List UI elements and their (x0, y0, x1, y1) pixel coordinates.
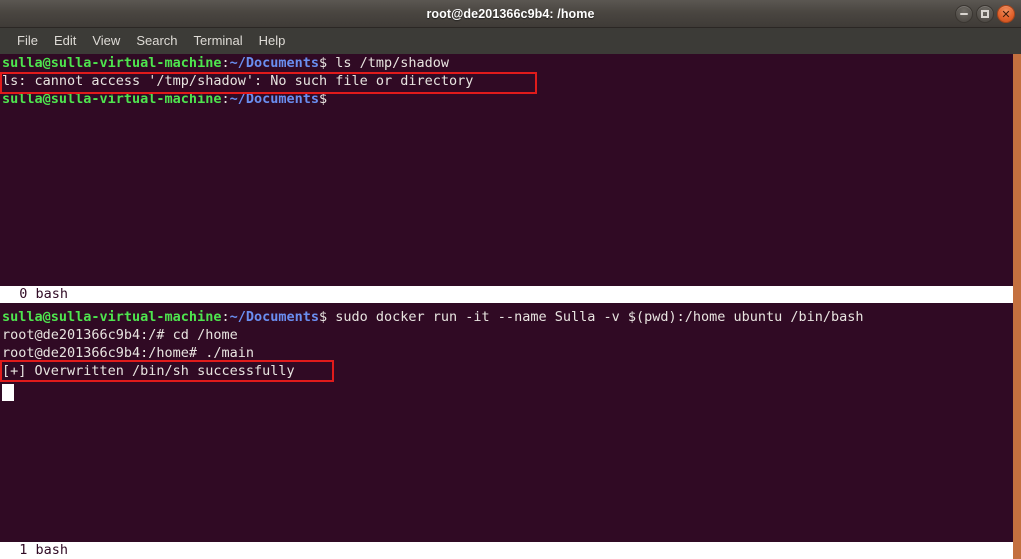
terminal-text-segment: $ (319, 91, 328, 107)
maximize-icon (977, 6, 993, 22)
minimize-button[interactable] (955, 5, 973, 23)
terminal-text-segment: $ ls /tmp/shadow (319, 55, 450, 71)
terminal-line: sulla@sulla-virtual-machine:~/Documents$ (0, 90, 1013, 108)
window-controls: ✕ (955, 5, 1015, 23)
terminal-text-segment: sulla@sulla-virtual-machine (2, 55, 222, 71)
terminal-text-segment: : (221, 55, 230, 71)
terminal-text-segment: ~/Documents (229, 55, 319, 71)
terminal-line: sulla@sulla-virtual-machine:~/Documents$… (0, 54, 1013, 72)
maximize-button[interactable] (976, 5, 994, 23)
terminal-text-segment: [+] Overwritten /bin/sh successfully (2, 363, 295, 379)
menu-item-search[interactable]: Search (128, 31, 185, 51)
terminal-text-segment: ls: cannot access '/tmp/shadow': No such… (2, 73, 474, 89)
terminal-text-segment: root@de201366c9b4:/home# ./main (2, 345, 254, 361)
terminal-line: sulla@sulla-virtual-machine:~/Documents$… (0, 308, 1013, 326)
window-right-border (1013, 54, 1021, 559)
terminal-line: [+] Overwritten /bin/sh successfully (0, 362, 1013, 380)
close-icon: ✕ (1001, 7, 1011, 21)
terminal-line: ls: cannot access '/tmp/shadow': No such… (0, 72, 1013, 90)
menu-item-edit[interactable]: Edit (46, 31, 84, 51)
close-button[interactable]: ✕ (997, 5, 1015, 23)
menu-item-terminal[interactable]: Terminal (186, 31, 251, 51)
terminal-text-segment: sulla@sulla-virtual-machine (2, 91, 222, 107)
pane-status-bar-bottom: 1 bash (0, 542, 1013, 559)
menu-item-view[interactable]: View (84, 31, 128, 51)
terminal-text-segment: : (221, 91, 230, 107)
menu-item-file[interactable]: File (9, 31, 46, 51)
menu-item-help[interactable]: Help (251, 31, 294, 51)
terminal-pane-bottom[interactable]: sulla@sulla-virtual-machine:~/Documents$… (0, 308, 1013, 542)
terminal-text-segment: ~/Documents (229, 309, 319, 325)
terminal-text-segment: : (221, 309, 230, 325)
terminal-text-segment: ~/Documents (229, 91, 319, 107)
pane-status-bar-top: 0 bash (0, 286, 1013, 303)
window-title: root@de201366c9b4: /home (426, 7, 595, 21)
title-bar[interactable]: root@de201366c9b4: /home ✕ (0, 0, 1021, 28)
menu-bar: File Edit View Search Terminal Help (0, 28, 1021, 54)
terminal-pane-top[interactable]: sulla@sulla-virtual-machine:~/Documents$… (0, 54, 1013, 286)
terminal-text-segment: $ sudo docker run -it --name Sulla -v $(… (319, 309, 864, 325)
terminal-line: root@de201366c9b4:/# cd /home (0, 326, 1013, 344)
terminal-window: root@de201366c9b4: /home ✕ File Edit Vie… (0, 0, 1021, 559)
text-cursor (2, 384, 14, 401)
minimize-icon (956, 6, 972, 22)
terminal-text-segment: sulla@sulla-virtual-machine (2, 309, 222, 325)
terminal-line: root@de201366c9b4:/home# ./main (0, 344, 1013, 362)
terminal-body[interactable]: sulla@sulla-virtual-machine:~/Documents$… (0, 54, 1013, 559)
terminal-text-segment: root@de201366c9b4:/# cd /home (2, 327, 238, 343)
